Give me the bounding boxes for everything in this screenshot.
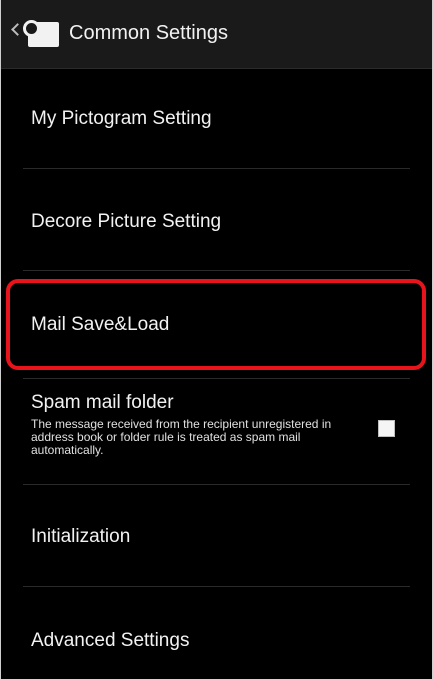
spam-folder-checkbox[interactable] xyxy=(378,420,395,437)
settings-screen: Common Settings My Pictogram Setting Dec… xyxy=(0,0,433,679)
setting-label: Advanced Settings xyxy=(31,630,190,651)
setting-decore-picture[interactable]: Decore Picture Setting xyxy=(1,168,432,270)
setting-label: Decore Picture Setting xyxy=(31,211,222,232)
setting-label: Spam mail folder xyxy=(31,392,174,413)
action-bar: Common Settings xyxy=(1,0,432,69)
mail-app-icon[interactable] xyxy=(23,20,59,47)
setting-my-pictogram[interactable]: My Pictogram Setting xyxy=(1,68,432,168)
setting-spam-mail-folder[interactable]: Spam mail folder The message received fr… xyxy=(1,378,432,484)
setting-label: Initialization xyxy=(31,526,131,547)
chevron-left-icon[interactable] xyxy=(11,23,24,36)
setting-label: Mail Save&Load xyxy=(31,314,170,335)
setting-initialization[interactable]: Initialization xyxy=(1,484,432,586)
setting-description: The message received from the recipient … xyxy=(31,417,332,457)
setting-label: My Pictogram Setting xyxy=(31,108,212,129)
page-title: Common Settings xyxy=(69,22,228,44)
setting-mail-save-load[interactable]: Mail Save&Load xyxy=(1,270,432,378)
setting-advanced-settings[interactable]: Advanced Settings xyxy=(1,586,432,679)
